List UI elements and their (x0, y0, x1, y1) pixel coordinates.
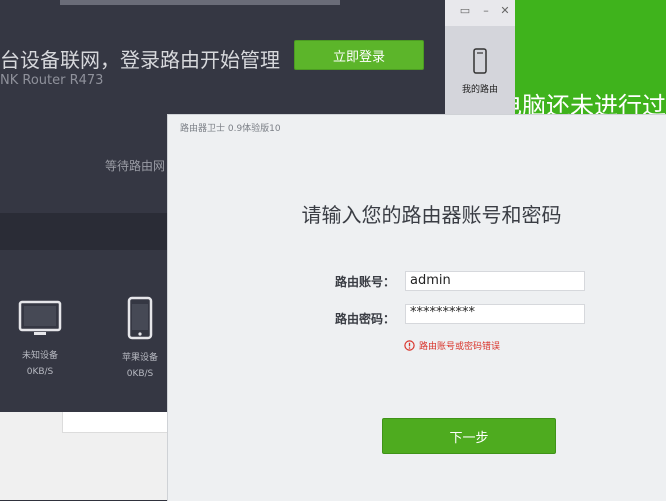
dialog-heading: 请输入您的路由器账号和密码 (301, 203, 562, 227)
login-button[interactable]: 立即登录 (294, 40, 424, 70)
router-device-icon (473, 48, 487, 74)
error-icon (404, 340, 415, 351)
device-speed: 0KB/S (126, 369, 154, 379)
my-router-label: 我的路由 (461, 85, 498, 95)
account-label: 路由账号： (335, 275, 396, 289)
account-input[interactable]: admin (405, 271, 585, 291)
monitor-icon (18, 300, 62, 335)
waiting-text: 等待路由网 (105, 159, 166, 173)
device-speed: 0KB/S (26, 367, 54, 377)
error-text: 路由账号或密码错误 (419, 342, 501, 352)
phone-icon (127, 296, 153, 340)
device-label: 未知设备 (21, 351, 58, 361)
login-dialog: 路由器卫士 0.9体验版10 请输入您的路由器账号和密码 路由账号： admin… (167, 114, 666, 501)
close-icon[interactable]: ✕ (497, 3, 513, 19)
main-headline: 台设备联网，登录路由开始管理 (0, 48, 280, 72)
device-item[interactable]: 苹果设备 0KB/S (105, 296, 175, 379)
error-message: 路由账号或密码错误 (404, 339, 500, 352)
dialog-title: 路由器卫士 0.9体验版10 (180, 124, 281, 134)
menu-icon[interactable]: ▭ (457, 3, 473, 19)
title-bar-remnant (60, 0, 340, 5)
device-label: 苹果设备 (121, 353, 158, 363)
password-label: 路由密码： (335, 312, 396, 326)
router-model: NK Router R473 (0, 73, 104, 88)
password-input[interactable]: ********** (405, 304, 585, 324)
device-item[interactable]: 未知设备 0KB/S (5, 300, 75, 377)
next-button[interactable]: 下一步 (382, 418, 556, 454)
my-router-tab[interactable] (445, 26, 515, 115)
minimize-icon[interactable]: – (478, 3, 494, 19)
